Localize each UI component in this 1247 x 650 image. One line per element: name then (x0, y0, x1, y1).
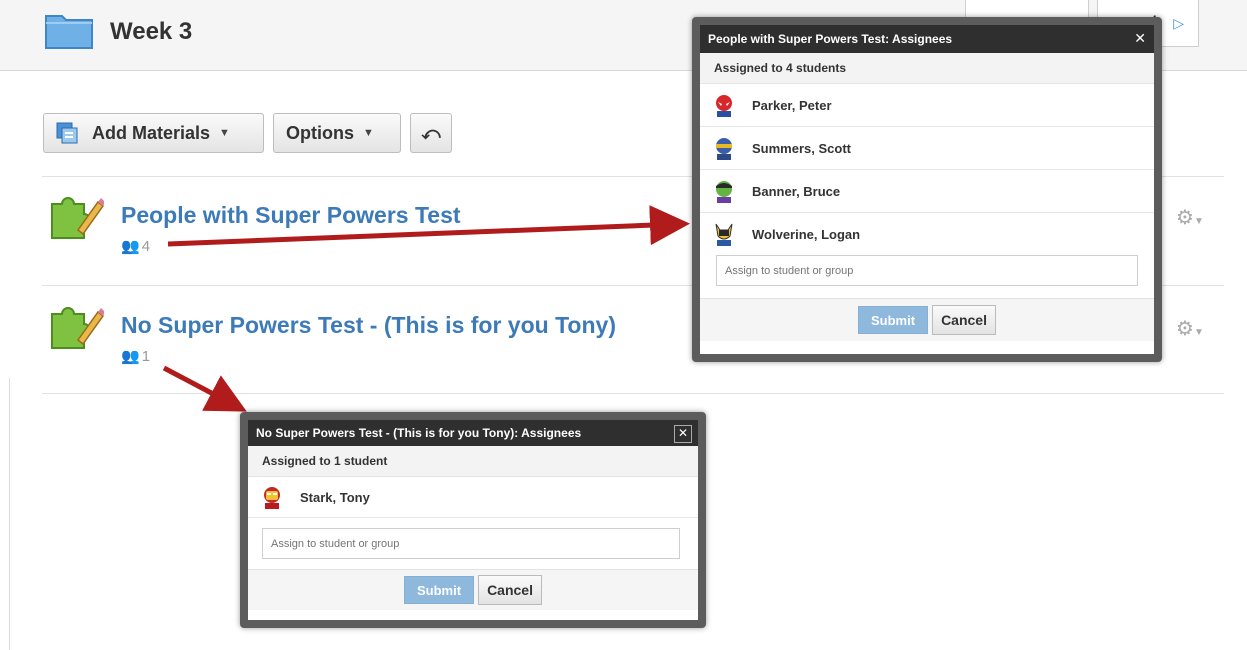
close-icon[interactable]: ✕ (674, 425, 692, 443)
spiderman-avatar-icon (716, 95, 732, 117)
dialog-footer: Submit Cancel (700, 298, 1154, 341)
student-name: Parker, Peter (752, 97, 832, 113)
submit-button[interactable]: Submit (858, 306, 929, 334)
student-name: Stark, Tony (300, 489, 370, 505)
student-row: Banner, Bruce (700, 170, 1154, 213)
student-row: Stark, Tony (248, 477, 698, 518)
annotation-arrow (162, 365, 247, 412)
cyclops-avatar-icon (716, 138, 732, 160)
dialog-title: No Super Powers Test - (This is for you … (256, 426, 582, 440)
assign-input-wrap (700, 255, 1154, 298)
student-name: Summers, Scott (752, 140, 851, 156)
cancel-button[interactable]: Cancel (478, 575, 542, 605)
assignees-dialog-tony: No Super Powers Test - (This is for you … (240, 412, 706, 628)
student-row: Wolverine, Logan (700, 213, 1154, 255)
close-icon[interactable]: ✕ (1134, 30, 1146, 47)
dialog-header: People with Super Powers Test: Assignees… (700, 25, 1154, 53)
hulk-avatar-icon (716, 181, 732, 203)
assign-input-wrap (248, 518, 698, 569)
wolverine-avatar-icon (715, 223, 733, 246)
assigned-summary: Assigned to 1 student (248, 446, 698, 477)
assign-student-input[interactable] (262, 528, 680, 559)
dialog-title: People with Super Powers Test: Assignees (708, 32, 953, 46)
student-name: Wolverine, Logan (752, 226, 861, 242)
student-row: Parker, Peter (700, 84, 1154, 127)
assign-student-input[interactable] (716, 255, 1138, 286)
cancel-button[interactable]: Cancel (932, 305, 996, 335)
student-row: Summers, Scott (700, 127, 1154, 170)
assigned-summary: Assigned to 4 students (700, 53, 1154, 84)
dialog-footer: Submit Cancel (248, 569, 698, 610)
submit-button[interactable]: Submit (404, 576, 475, 604)
dialog-header: No Super Powers Test - (This is for you … (248, 420, 698, 446)
student-name: Banner, Bruce (752, 183, 841, 199)
ironman-avatar-icon (264, 487, 280, 509)
annotation-arrow (167, 205, 690, 247)
assignees-dialog-super: People with Super Powers Test: Assignees… (692, 17, 1162, 362)
